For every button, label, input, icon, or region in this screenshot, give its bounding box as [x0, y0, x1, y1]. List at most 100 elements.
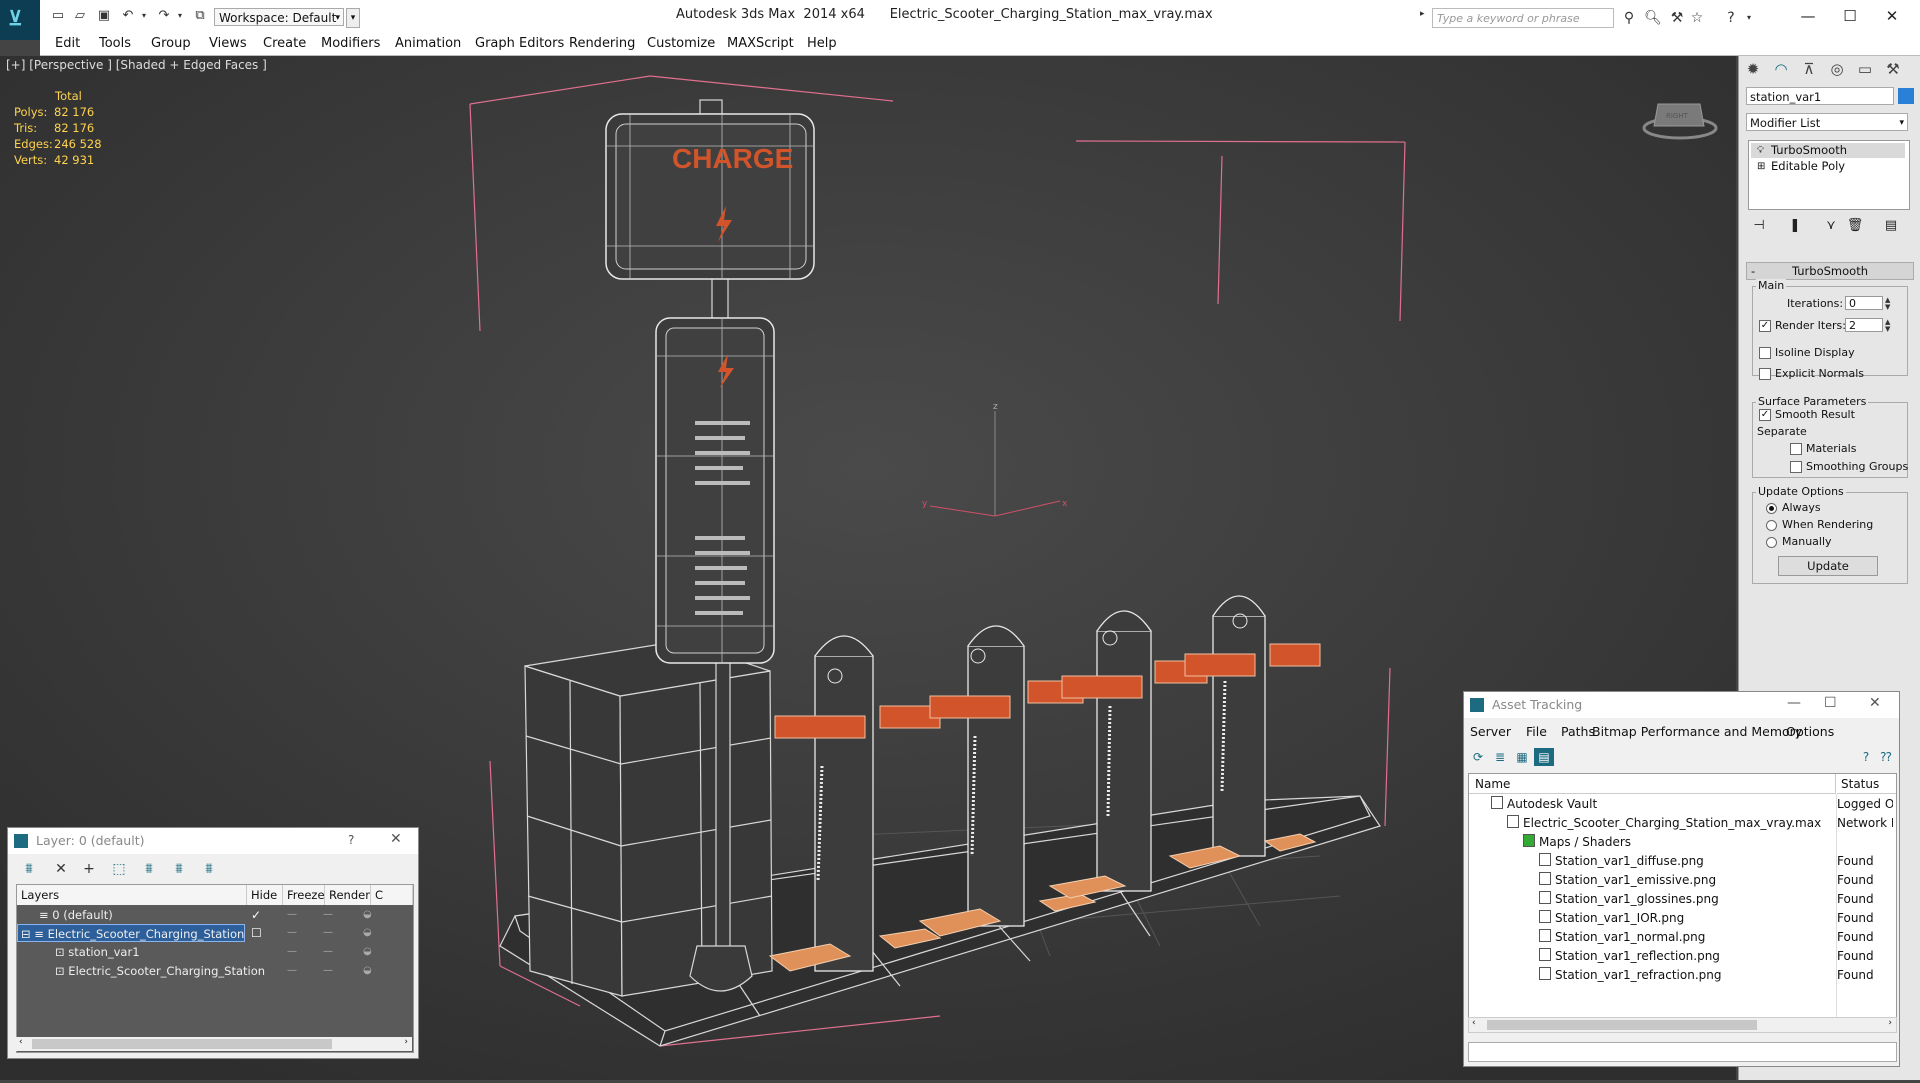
render-teapot-icon[interactable]: ◒	[363, 906, 372, 924]
stack-item-turbosmooth[interactable]: 💡︎ TurboSmooth	[1751, 143, 1905, 158]
layer-row-selected[interactable]: ⊟ ≡ Electric_Scooter_Charging_Station	[17, 924, 245, 942]
hierarchy-tab-icon[interactable]: ⊼	[1797, 58, 1821, 80]
menu-help[interactable]: Help	[807, 36, 837, 51]
freeze-toggle[interactable]: —	[323, 906, 333, 924]
object-color-swatch[interactable]	[1898, 88, 1914, 104]
asset-menu-paths[interactable]: Paths	[1561, 724, 1595, 739]
menu-maxscript[interactable]: MAXScript	[727, 36, 794, 51]
thumbnail-view-icon[interactable]: ▦	[1512, 748, 1532, 766]
hide-toggle[interactable]: —	[287, 962, 297, 980]
modifier-list-dropdown[interactable]: Modifier List ▾	[1746, 113, 1908, 131]
asset-horizontal-scrollbar[interactable]: ‹ ›	[1468, 1017, 1897, 1033]
column-header-render[interactable]: Render	[325, 885, 371, 905]
table-view-icon[interactable]: ▤	[1534, 748, 1554, 766]
hide-all-layers-icon[interactable]: ⩩	[168, 860, 190, 878]
scroll-left-icon[interactable]: ‹	[19, 1037, 23, 1047]
configure-modifier-sets-icon[interactable]: ▤	[1880, 218, 1902, 236]
refresh-icon[interactable]: ⟳	[1468, 748, 1488, 766]
make-unique-icon[interactable]: ⋎	[1820, 218, 1842, 236]
make-current-box-icon[interactable]: ☐	[251, 924, 262, 942]
table-row[interactable]: Station_var1_IOR.png Found	[1469, 909, 1896, 928]
maximize-button[interactable]: ☐	[1830, 5, 1870, 27]
table-row[interactable]: Autodesk Vault Logged O	[1469, 795, 1896, 814]
column-header-status[interactable]: Status	[1837, 774, 1896, 794]
asset-tracking-titlebar[interactable]: Asset Tracking — ☐ ✕	[1464, 692, 1899, 718]
asset-path-field[interactable]	[1468, 1042, 1897, 1062]
highlight-layer-icon[interactable]: ⩩	[138, 860, 160, 878]
render-teapot-icon[interactable]: ◒	[363, 924, 372, 942]
always-radio[interactable]	[1766, 503, 1777, 514]
redo-dropdown-icon[interactable]: ▾	[172, 9, 188, 23]
hide-toggle[interactable]: —	[287, 924, 297, 942]
menu-group[interactable]: Group	[151, 36, 191, 51]
new-file-icon[interactable]: ▭	[50, 9, 66, 23]
hide-toggle[interactable]: —	[287, 943, 297, 961]
column-header-freeze[interactable]: Freeze	[283, 885, 325, 905]
display-tab-icon[interactable]: ▭	[1853, 58, 1877, 80]
smoothing-groups-checkbox[interactable]	[1790, 461, 1802, 473]
scroll-right-icon[interactable]: ›	[1888, 1018, 1892, 1028]
search-expand-icon[interactable]: ▸	[1420, 9, 1430, 19]
menu-animation[interactable]: Animation	[395, 36, 461, 51]
lightbulb-icon[interactable]: 💡︎	[1757, 143, 1764, 158]
spinner-arrows-icon[interactable]: ▲ ▼	[1885, 297, 1893, 311]
context-help-icon[interactable]: ⁇	[1876, 748, 1896, 766]
hide-toggle[interactable]: —	[287, 906, 297, 924]
table-row[interactable]: Station_var1_refraction.png Found	[1469, 966, 1896, 985]
remove-modifier-icon[interactable]: 🗑︎	[1844, 218, 1866, 236]
freeze-toggle[interactable]: —	[323, 924, 333, 942]
create-layer-icon[interactable]: ⩩	[18, 860, 40, 878]
isoline-display-checkbox[interactable]	[1759, 347, 1771, 359]
favorites-star-icon[interactable]: ☆	[1688, 10, 1706, 26]
help-button[interactable]: ?	[348, 833, 354, 847]
menu-graph-editors[interactable]: Graph Editors	[475, 36, 564, 51]
column-header-layers[interactable]: Layers	[17, 885, 247, 905]
delete-layer-icon[interactable]: ✕	[50, 860, 72, 878]
update-button[interactable]: Update	[1778, 556, 1878, 576]
render-teapot-icon[interactable]: ◒	[363, 943, 372, 961]
utilities-tab-icon[interactable]: ⚒	[1881, 58, 1905, 80]
menu-views[interactable]: Views	[209, 36, 247, 51]
stack-item-editable-poly[interactable]: ⊞ Editable Poly	[1751, 159, 1905, 174]
app-logo[interactable]: ⊻	[0, 0, 40, 40]
asset-menu-server[interactable]: Server	[1470, 724, 1511, 739]
scroll-right-icon[interactable]: ›	[404, 1037, 408, 1047]
menu-create[interactable]: Create	[263, 36, 306, 51]
spinner-arrows-icon[interactable]: ▲ ▼	[1885, 319, 1893, 333]
motion-tab-icon[interactable]: ◎	[1825, 58, 1849, 80]
undo-icon[interactable]: ↶	[120, 9, 136, 23]
close-button[interactable]: ✕	[1872, 5, 1912, 27]
undo-dropdown-icon[interactable]: ▾	[136, 9, 152, 23]
collapse-minus-icon[interactable]: ⊟	[21, 927, 34, 941]
table-row[interactable]: Station_var1_diffuse.png Found	[1469, 852, 1896, 871]
scrollbar-thumb[interactable]	[1487, 1020, 1757, 1030]
close-button[interactable]: ✕	[1869, 695, 1881, 711]
column-header-name[interactable]: Name	[1469, 774, 1836, 794]
layer-row[interactable]: ⊡ Electric_Scooter_Charging_Station — — …	[17, 962, 413, 980]
help-dropdown-icon[interactable]: ▾	[1740, 10, 1758, 26]
render-iters-spinner[interactable]: 2	[1845, 318, 1883, 332]
table-row[interactable]: Electric_Scooter_Charging_Station_max_vr…	[1469, 814, 1896, 833]
show-end-result-icon[interactable]: ❚	[1784, 218, 1806, 236]
viewport-label[interactable]: [+] [Perspective ] [Shaded + Edged Faces…	[6, 58, 267, 72]
when-rendering-radio[interactable]	[1766, 520, 1777, 531]
menu-edit[interactable]: Edit	[55, 36, 80, 51]
modify-tab-icon[interactable]: ◠	[1769, 58, 1793, 80]
render-iters-checkbox[interactable]: ✓	[1759, 320, 1771, 332]
pin-stack-icon[interactable]: ⊣	[1748, 218, 1770, 236]
render-teapot-icon[interactable]: ◒	[363, 962, 372, 980]
add-to-layer-icon[interactable]: +	[78, 860, 100, 878]
menu-modifiers[interactable]: Modifiers	[321, 36, 380, 51]
quick-access-dropdown[interactable]: ▾	[346, 8, 360, 28]
column-header-color[interactable]: C	[371, 885, 413, 905]
help-icon[interactable]: ?	[1856, 748, 1876, 766]
object-name-field[interactable]: station_var1	[1746, 87, 1894, 105]
help-icon[interactable]: ?	[1722, 10, 1740, 26]
menu-tools[interactable]: Tools	[99, 36, 131, 51]
table-row[interactable]: Station_var1_emissive.png Found	[1469, 871, 1896, 890]
create-tab-icon[interactable]: ✹	[1741, 58, 1765, 80]
workspace-dropdown[interactable]: Workspace: Default ▾	[214, 8, 344, 26]
search-key-icon[interactable]: 🔍︎	[1644, 10, 1662, 26]
asset-menu-bitmap-performance[interactable]: Bitmap Performance and Memory	[1592, 724, 1802, 739]
search-input[interactable]: Type a keyword or phrase	[1432, 8, 1614, 28]
